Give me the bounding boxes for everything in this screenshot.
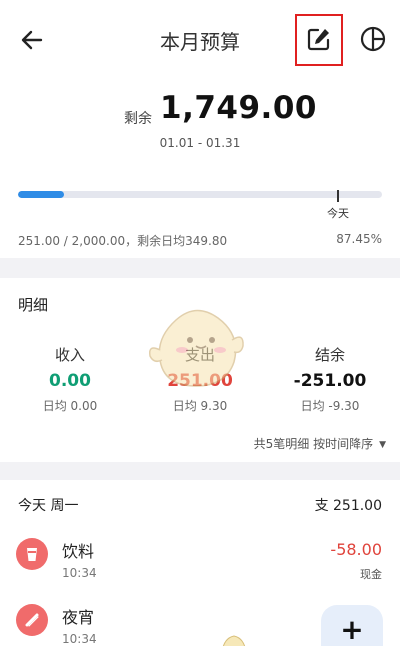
item-account: 现金 bbox=[360, 568, 382, 581]
day-total: 支 251.00 bbox=[314, 498, 382, 514]
edit-icon[interactable] bbox=[306, 26, 332, 52]
expense-daily-avg: 日均 9.30 bbox=[172, 399, 228, 413]
list-item[interactable]: 饮料 10:34 -58.00 现金 bbox=[0, 532, 400, 592]
plus-icon: + bbox=[340, 612, 364, 646]
remaining-amount: 1,749.00 bbox=[160, 90, 317, 126]
item-name: 饮料 bbox=[62, 542, 95, 561]
income-column: 收入 0.00 日均 0.00 bbox=[15, 344, 125, 414]
budget-summary: 剩余 1,749.00 01.01 - 01.31 今天 251.00 / 2,… bbox=[0, 76, 400, 258]
item-amount: -58.00 bbox=[330, 540, 382, 559]
item-time: 10:34 bbox=[62, 632, 97, 646]
caret-down-icon: ▼ bbox=[379, 440, 386, 450]
budget-progress-track bbox=[18, 191, 382, 198]
expense-label: 支出 bbox=[184, 346, 215, 364]
item-time: 10:34 bbox=[62, 566, 97, 580]
add-record-button[interactable]: + bbox=[321, 605, 383, 646]
date-range: 01.01 - 01.31 bbox=[159, 136, 241, 150]
late-snack-icon bbox=[16, 604, 48, 636]
app-header: 本月预算 bbox=[0, 0, 400, 76]
usage-text: 251.00 / 2,000.00，剩余日均349.80 bbox=[18, 234, 228, 248]
arrow-left-icon[interactable] bbox=[18, 26, 46, 54]
income-value: 0.00 bbox=[49, 371, 91, 391]
item-name: 夜宵 bbox=[62, 608, 95, 627]
balance-column: 结余 -251.00 日均 -9.30 bbox=[275, 344, 385, 414]
income-daily-avg: 日均 0.00 bbox=[42, 399, 98, 413]
income-label: 收入 bbox=[54, 346, 85, 364]
drink-cup-icon bbox=[16, 538, 48, 570]
budget-progress-fill bbox=[18, 191, 64, 198]
detail-card: 明细 收入 0.00 日均 0.00 支出 251.00 日均 9.30 结余 … bbox=[0, 278, 400, 462]
day-label: 今天 周一 bbox=[18, 498, 79, 514]
balance-label: 结余 bbox=[314, 346, 345, 364]
sort-selector[interactable]: 共5笔明细 按时间降序 ▼ bbox=[254, 435, 386, 452]
detail-title: 明细 bbox=[18, 296, 49, 314]
balance-value: -251.00 bbox=[293, 371, 367, 391]
sort-text: 共5笔明细 按时间降序 bbox=[253, 437, 374, 451]
balance-daily-avg: 日均 -9.30 bbox=[300, 399, 360, 413]
today-marker bbox=[337, 190, 339, 202]
pie-chart-icon[interactable] bbox=[359, 25, 387, 53]
expense-column: 支出 251.00 日均 9.30 bbox=[145, 344, 255, 414]
remaining-label: 剩余 bbox=[124, 111, 152, 127]
usage-percent: 87.45% bbox=[336, 232, 382, 246]
expense-value: 251.00 bbox=[167, 371, 233, 391]
today-label: 今天 bbox=[327, 207, 349, 220]
